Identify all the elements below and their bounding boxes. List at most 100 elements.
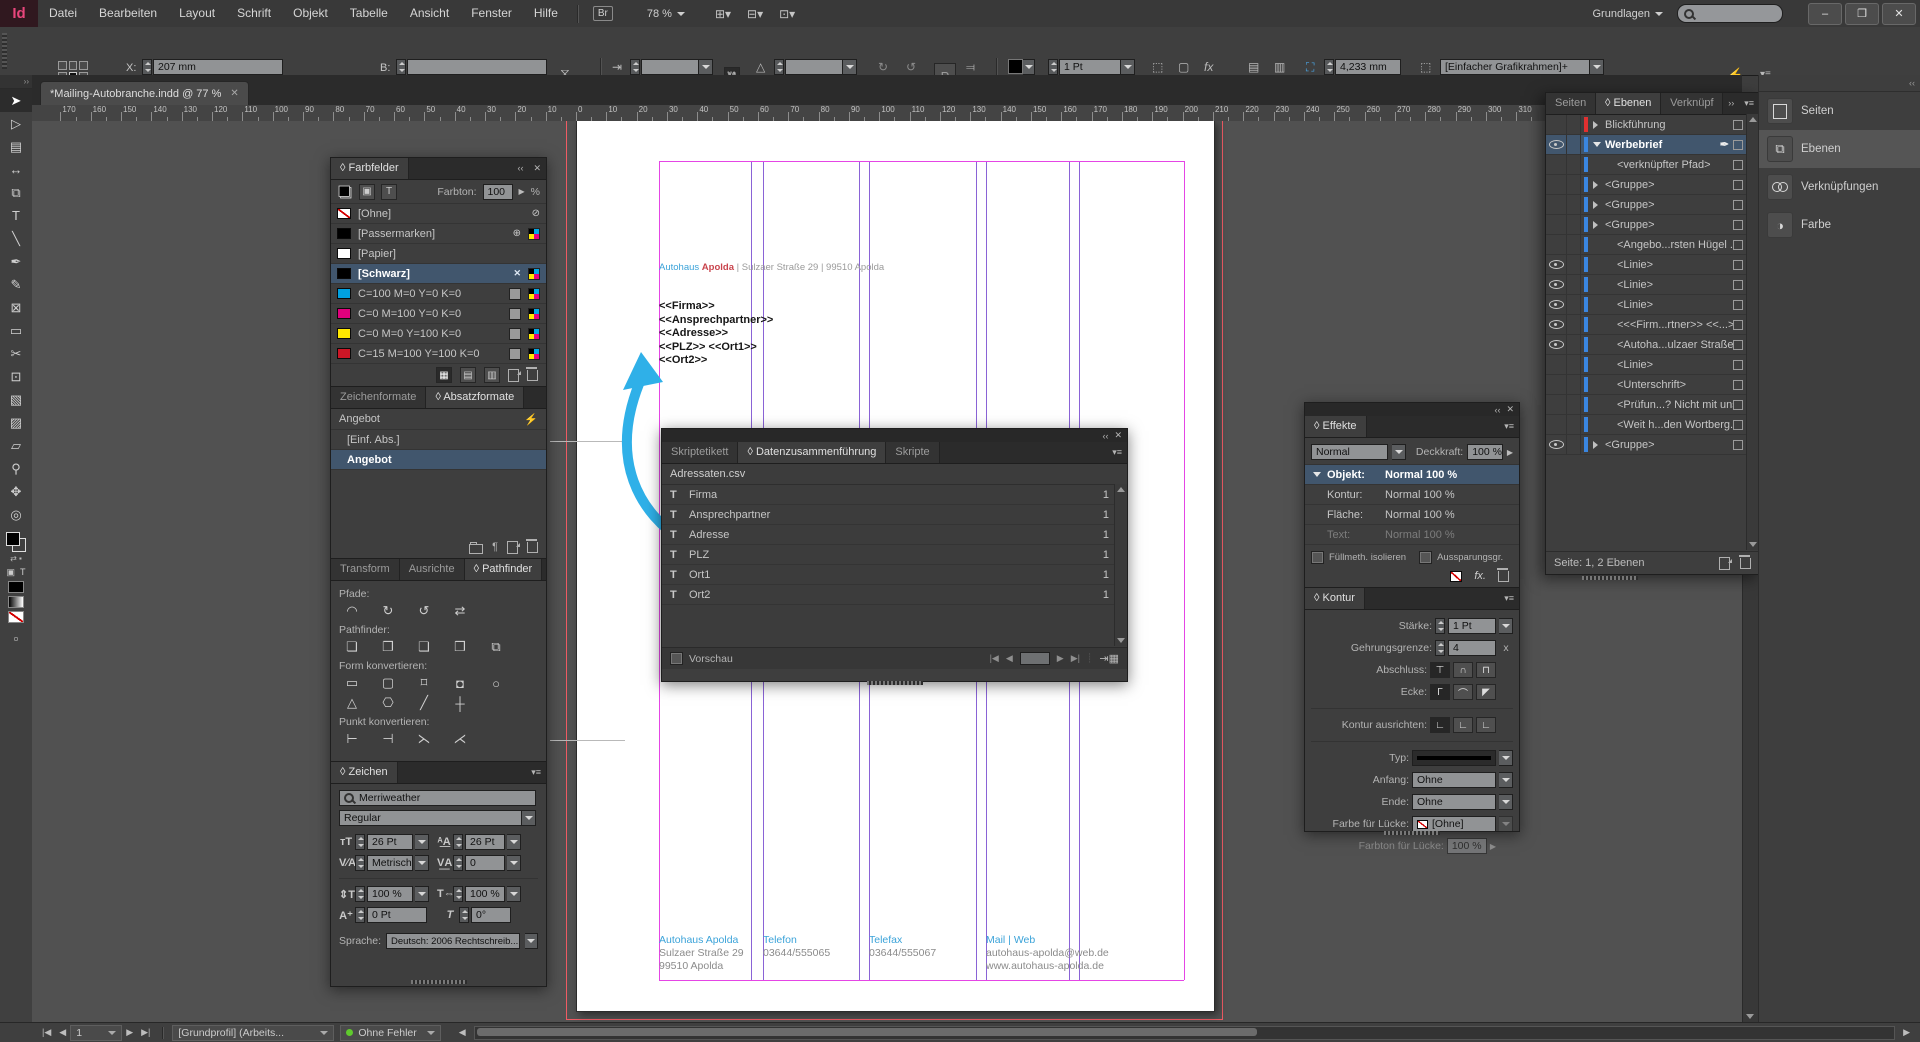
visibility-cell[interactable] <box>1546 275 1567 294</box>
panel-resize-grip[interactable] <box>867 681 923 685</box>
new-style-icon[interactable] <box>507 541 518 554</box>
document-tab-close-icon[interactable]: ✕ <box>230 88 238 99</box>
swatch-row[interactable]: C=0 M=0 Y=100 K=0 <box>331 324 546 344</box>
language-dropdown[interactable] <box>525 933 538 949</box>
layer-row[interactable]: <<<Firm...rtner>> <<...> <box>1546 315 1759 335</box>
item-indicator-square[interactable] <box>1733 380 1743 390</box>
tab-transform[interactable]: Transform <box>331 559 400 580</box>
panel-resize-grip[interactable] <box>411 980 467 984</box>
ruler-origin-box[interactable] <box>32 105 48 122</box>
rotation-field[interactable] <box>785 59 843 75</box>
pencil-tool[interactable]: ✎ <box>0 273 32 296</box>
horizontal-ruler[interactable]: 1701601501401301201101009080706050403020… <box>47 105 1742 122</box>
tab-verknüpf[interactable]: Verknüpf <box>1661 93 1723 114</box>
dock-item-seiten[interactable]: Seiten <box>1759 92 1920 130</box>
convert-line-icon[interactable]: ╱ <box>411 693 437 713</box>
clear-effects-icon[interactable] <box>1450 571 1462 582</box>
menu-datei[interactable]: Datei <box>38 0 88 27</box>
data-field-row[interactable]: TPLZ1 <box>662 545 1127 565</box>
dock-item-farbe[interactable]: ◑Farbe <box>1759 206 1920 244</box>
object-style-field[interactable]: [Einfacher Grafikrahmen]+ <box>1440 59 1590 75</box>
projecting-cap-icon[interactable]: ⊓ <box>1476 662 1496 678</box>
stroke-start-field[interactable]: Ohne <box>1412 772 1496 788</box>
lock-cell[interactable] <box>1567 155 1581 174</box>
style-group-icon[interactable] <box>469 544 483 554</box>
item-indicator-square[interactable] <box>1733 280 1743 290</box>
effects-target-row[interactable]: Kontur:Normal 100 % <box>1305 485 1519 505</box>
align-center-icon[interactable]: ∟ <box>1430 717 1450 733</box>
miter-join-icon[interactable]: Γ <box>1430 684 1450 700</box>
tab-pathfinder[interactable]: ◊ Pathfinder <box>465 559 543 580</box>
view-options-button[interactable]: ⊞▾ <box>715 7 731 21</box>
stroke-type-field[interactable] <box>1412 750 1496 766</box>
skew-field[interactable]: 0° <box>471 907 511 923</box>
apply-none-button[interactable] <box>8 611 24 623</box>
item-indicator-square[interactable] <box>1733 340 1743 350</box>
menu-layout[interactable]: Layout <box>168 0 226 27</box>
visibility-cell[interactable] <box>1546 395 1567 414</box>
new-layer-icon[interactable] <box>1719 557 1730 570</box>
item-indicator-square[interactable] <box>1733 180 1743 190</box>
item-indicator-square[interactable] <box>1733 160 1743 170</box>
visibility-cell[interactable] <box>1546 315 1567 334</box>
gradient-swatch-tool[interactable]: ▧ <box>0 388 32 411</box>
next-record-button[interactable]: ▶ <box>1057 653 1064 664</box>
blend-mode-field[interactable]: Normal <box>1311 444 1388 460</box>
item-indicator-square[interactable] <box>1733 140 1743 150</box>
scale-x-dropdown[interactable] <box>699 59 713 75</box>
item-indicator-square[interactable] <box>1733 220 1743 230</box>
first-page-button[interactable]: |◀ <box>38 1027 55 1038</box>
stroke-weight-dropdown[interactable] <box>1121 59 1135 75</box>
lock-cell[interactable] <box>1567 175 1581 194</box>
align-inside-icon[interactable]: ∟ <box>1453 717 1473 733</box>
convert-triangle-icon[interactable]: △ <box>339 693 365 713</box>
leading-field[interactable]: 26 Pt <box>465 834 505 850</box>
stroke-weight-dropdown[interactable] <box>1499 618 1513 634</box>
eye-icon[interactable] <box>1549 260 1564 269</box>
minus-back-icon[interactable]: ⧉ <box>483 637 509 657</box>
formatting-container-icon[interactable]: ▣ <box>6 567 15 578</box>
panel-title-bar[interactable]: ‹‹ ✕ <box>1305 403 1519 416</box>
show-color-swatches-button[interactable]: ▤ <box>460 367 476 383</box>
opacity-slider-arrow[interactable]: ▶ <box>1507 448 1513 457</box>
expand-icon[interactable] <box>1593 201 1598 209</box>
lock-cell[interactable] <box>1567 415 1581 434</box>
fill-dropdown[interactable] <box>1023 59 1035 75</box>
menu-objekt[interactable]: Objekt <box>282 0 339 27</box>
vertical-scale-stepper[interactable] <box>355 886 365 902</box>
data-field-row[interactable]: TOrt11 <box>662 565 1127 585</box>
lock-cell[interactable] <box>1567 235 1581 254</box>
content-collector-tool[interactable]: ⧉ <box>0 181 32 204</box>
isolate-blending-checkbox[interactable] <box>1311 551 1324 564</box>
gap-tool[interactable]: ↔ <box>0 158 32 181</box>
item-indicator-square[interactable] <box>1733 240 1743 250</box>
tab-kontur[interactable]: ◊ Kontur <box>1305 588 1365 609</box>
formatting-text-icon[interactable]: T <box>20 567 26 578</box>
tab-farbfelder[interactable]: ◊ Farbfelder <box>331 158 409 179</box>
layer-row[interactable]: <Unterschrift> <box>1546 375 1759 395</box>
data-field-row[interactable]: TAnsprechpartner1 <box>662 505 1127 525</box>
stroke-type-dropdown[interactable] <box>1499 750 1513 766</box>
convert-beveled-rect-icon[interactable]: ⌑ <box>411 673 437 693</box>
item-indicator-square[interactable] <box>1733 200 1743 210</box>
blend-mode-dropdown[interactable] <box>1392 444 1406 460</box>
round-join-icon[interactable]: ⌒ <box>1453 684 1473 700</box>
swatch-row[interactable]: [Papier] <box>331 244 546 264</box>
swatch-row[interactable]: C=15 M=100 Y=100 K=0 <box>331 344 546 364</box>
lock-cell[interactable] <box>1567 215 1581 234</box>
convert-inverse-rounded-icon[interactable]: ◘ <box>447 673 473 693</box>
first-record-button[interactable]: |◀ <box>990 653 999 664</box>
previous-record-button[interactable]: ◀ <box>1006 653 1013 664</box>
tab-skriptetikett[interactable]: Skriptetikett <box>662 442 738 463</box>
new-swatch-icon[interactable] <box>508 369 519 382</box>
open-path-icon[interactable]: ↻ <box>375 601 401 621</box>
bridge-button[interactable]: Br <box>593 6 613 21</box>
effects-target-row[interactable]: Fläche:Normal 100 % <box>1305 505 1519 525</box>
lock-cell[interactable] <box>1567 255 1581 274</box>
panel-menu-icon[interactable]: ▾≡ <box>526 762 546 783</box>
effects-target-row[interactable]: Text:Normal 100 % <box>1305 525 1519 545</box>
stroke-weight-stepper[interactable] <box>1435 618 1445 634</box>
search-input[interactable] <box>1677 4 1783 23</box>
scale-x-stepper[interactable] <box>630 59 640 75</box>
dock-collapse-button[interactable]: ‹‹ <box>1759 75 1920 92</box>
